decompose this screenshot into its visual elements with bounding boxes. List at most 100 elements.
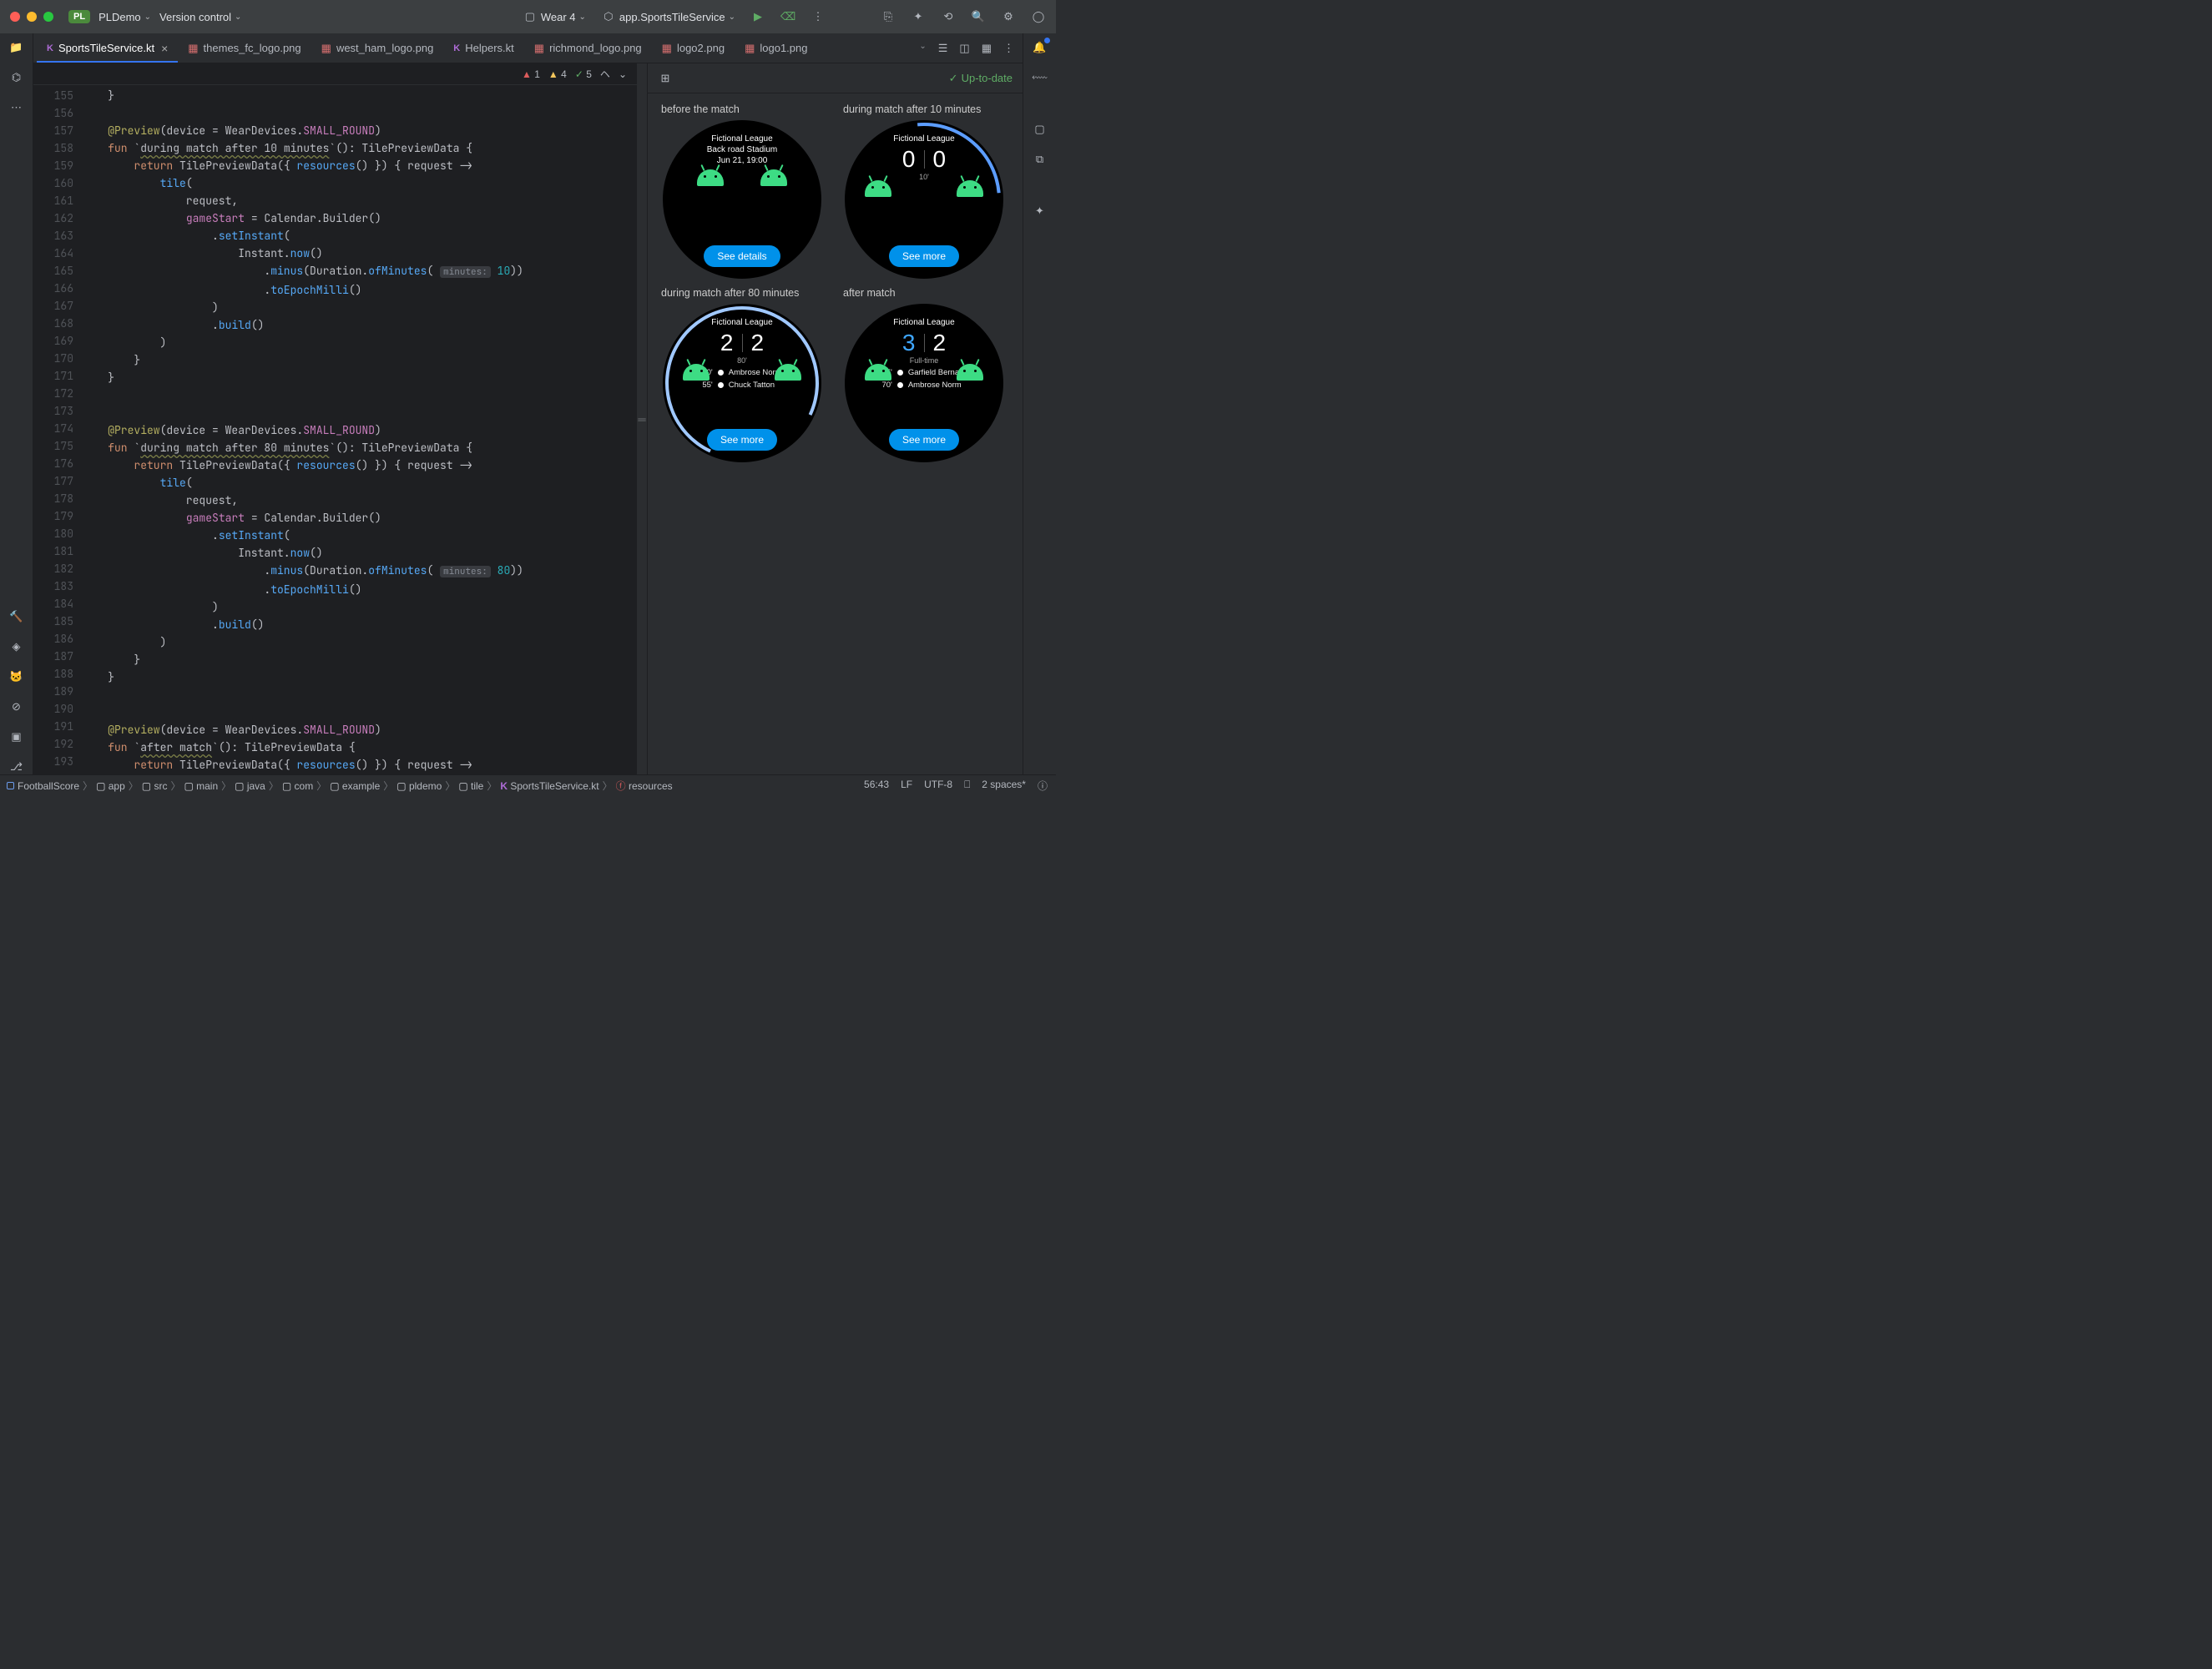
android-icon	[775, 364, 801, 381]
gutter[interactable]: 155 156 157 158 159 160 161 162 163 164 …	[33, 85, 82, 774]
breadcrumb-item[interactable]: ⓕ resources	[616, 779, 673, 793]
ball-icon	[897, 382, 903, 388]
memory-icon[interactable]: ⓘ	[1038, 779, 1048, 793]
problems-tool-icon[interactable]: ⊘	[9, 699, 24, 714]
kotlin-file-icon: K	[47, 43, 53, 53]
settings-icon[interactable]: ⚙	[1001, 9, 1016, 24]
run-button[interactable]: ▶	[750, 9, 765, 24]
account-icon[interactable]: ◯	[1031, 9, 1046, 24]
close-window-icon[interactable]	[10, 12, 20, 22]
editor-view-list-icon[interactable]: ☰	[938, 42, 948, 55]
breadcrumb-item[interactable]: K SportsTileService.kt	[500, 780, 598, 792]
breadcrumb-item[interactable]: ▢ com	[282, 780, 313, 792]
tab-logo2[interactable]: ▦logo2.png	[652, 33, 735, 63]
minimize-window-icon[interactable]	[27, 12, 37, 22]
build-tool-icon[interactable]: 🔨	[9, 609, 24, 624]
splitter-handle[interactable]: ═	[637, 63, 647, 774]
updates-icon[interactable]: ✦	[911, 9, 926, 24]
image-file-icon: ▦	[188, 42, 198, 55]
android-icon	[683, 364, 710, 381]
breadcrumb-item[interactable]: ▢ example	[330, 780, 380, 792]
folder-icon: ▢	[282, 780, 295, 792]
sync-icon[interactable]: ⟲	[941, 9, 956, 24]
tile-action-button[interactable]: See more	[889, 429, 959, 451]
next-highlight-icon[interactable]: ⌄	[619, 68, 627, 80]
code-editor[interactable]: ▲ 1 ▲ 4 ✓ 5 ヘ ⌄ 155 156 157 158 159 160 …	[33, 63, 637, 774]
structure-tool-icon[interactable]: ⌬	[9, 70, 24, 85]
error-icon: ▲	[522, 68, 532, 80]
preview-toolbar-icon[interactable]: ⊞	[658, 71, 673, 86]
tab-sportstile[interactable]: KSportsTileService.kt×	[37, 33, 178, 63]
device-manager-icon[interactable]: ▢	[1033, 122, 1048, 137]
right-toolbar: 🔔 ⬳ ▢ ⧉ ✦	[1023, 33, 1056, 774]
git-tool-icon[interactable]: ⎇	[9, 759, 24, 774]
project-badge[interactable]: PL	[68, 10, 90, 23]
team-logos	[845, 180, 1003, 197]
tile-action-button[interactable]: See details	[704, 245, 780, 267]
code-body[interactable]: } @Preview(device = WearDevices.SMALL_RO…	[82, 85, 637, 774]
android-icon	[865, 364, 891, 381]
image-file-icon: ▦	[534, 42, 544, 55]
terminal-tool-icon[interactable]: ▣	[9, 729, 24, 744]
breadcrumb-item[interactable]: ▢ tile	[458, 780, 483, 792]
folder-icon: ▢	[396, 780, 409, 792]
gradle-tool-icon[interactable]: ⬳	[1033, 70, 1048, 85]
more-tool-icon[interactable]: ⋯	[9, 100, 24, 115]
vcs-selector[interactable]: Version control⌄	[159, 11, 241, 23]
tabs-dropdown-icon[interactable]: ⌄	[919, 42, 926, 55]
prev-highlight-icon[interactable]: ヘ	[600, 67, 610, 81]
watch-face: Fictional League0010'See more	[845, 120, 1003, 279]
close-icon[interactable]: ×	[161, 42, 168, 55]
project-selector[interactable]: PLDemo⌄	[98, 11, 151, 23]
emulator-tool-icon[interactable]: ⧉	[1033, 152, 1048, 167]
breadcrumb-item[interactable]: ▢ app	[96, 780, 125, 792]
debug-button[interactable]: ⌫	[780, 9, 795, 24]
image-file-icon: ▦	[321, 42, 331, 55]
search-icon[interactable]: 🔍	[971, 9, 986, 24]
zoom-window-icon[interactable]	[43, 12, 53, 22]
breadcrumb-item[interactable]: ▢ java	[235, 780, 265, 792]
breadcrumb-item[interactable]: ▢ src	[142, 780, 168, 792]
tab-westham-logo[interactable]: ▦west_ham_logo.png	[311, 33, 444, 63]
typo-icon: ✓	[575, 68, 583, 80]
breadcrumb-item[interactable]: ▢ main	[184, 780, 218, 792]
code-with-me-icon[interactable]: ⎘	[881, 9, 896, 24]
readonly-toggle-icon[interactable]: ⎕	[964, 779, 970, 793]
project-tool-icon[interactable]: 📁	[9, 40, 24, 55]
assistant-icon[interactable]: ✦	[1033, 204, 1048, 219]
module-icon: ⬡	[601, 9, 616, 24]
inspection-widget[interactable]: ▲ 1 ▲ 4 ✓ 5 ヘ ⌄	[33, 63, 637, 85]
caret-position[interactable]: 56:43	[864, 779, 889, 793]
notifications-icon[interactable]: 🔔	[1033, 40, 1048, 55]
folder-icon: ▢	[184, 780, 196, 792]
breadcrumbs[interactable]: FootballScore〉▢ app〉▢ src〉▢ main〉▢ java〉…	[0, 779, 673, 793]
tab-helpers[interactable]: KHelpers.kt	[443, 33, 523, 63]
file-encoding[interactable]: UTF-8	[924, 779, 952, 793]
watch-face: Fictional League32Full-time85'Garfield B…	[845, 304, 1003, 462]
breadcrumb-item[interactable]: FootballScore	[7, 780, 79, 792]
kotlin-file-icon: K	[453, 43, 460, 53]
indent-settings[interactable]: 2 spaces*	[982, 779, 1026, 793]
tab-richmond-logo[interactable]: ▦richmond_logo.png	[524, 33, 652, 63]
tab-themes-logo[interactable]: ▦themes_fc_logo.png	[178, 33, 311, 63]
chevron-right-icon: 〉	[170, 779, 180, 793]
tab-logo1[interactable]: ▦logo1.png	[735, 33, 817, 63]
runconfig-selector[interactable]: ⬡app.SportsTileService⌄	[601, 9, 735, 24]
bookmarks-tool-icon[interactable]: ◈	[9, 639, 24, 654]
android-icon	[957, 364, 983, 381]
editor-view-split-icon[interactable]: ◫	[959, 42, 969, 55]
editor-view-design-icon[interactable]: ▦	[982, 42, 992, 55]
preview-title: during match after 10 minutes	[836, 103, 981, 115]
tile-preview: after matchFictional League32Full-time85…	[836, 287, 1012, 462]
team-logos	[663, 364, 821, 381]
breadcrumb-item[interactable]: ▢ pldemo	[396, 780, 442, 792]
more-actions-icon[interactable]: ⋮	[811, 9, 826, 24]
score-row: 32	[902, 330, 946, 356]
chevron-right-icon: 〉	[603, 779, 613, 793]
chevron-right-icon: 〉	[383, 779, 393, 793]
device-selector[interactable]: ▢Wear 4⌄	[523, 9, 586, 24]
progress-ring	[845, 120, 1003, 279]
logcat-tool-icon[interactable]: 🐱	[9, 669, 24, 684]
editor-more-icon[interactable]: ⋮	[1003, 42, 1014, 55]
line-separator[interactable]: LF	[901, 779, 912, 793]
